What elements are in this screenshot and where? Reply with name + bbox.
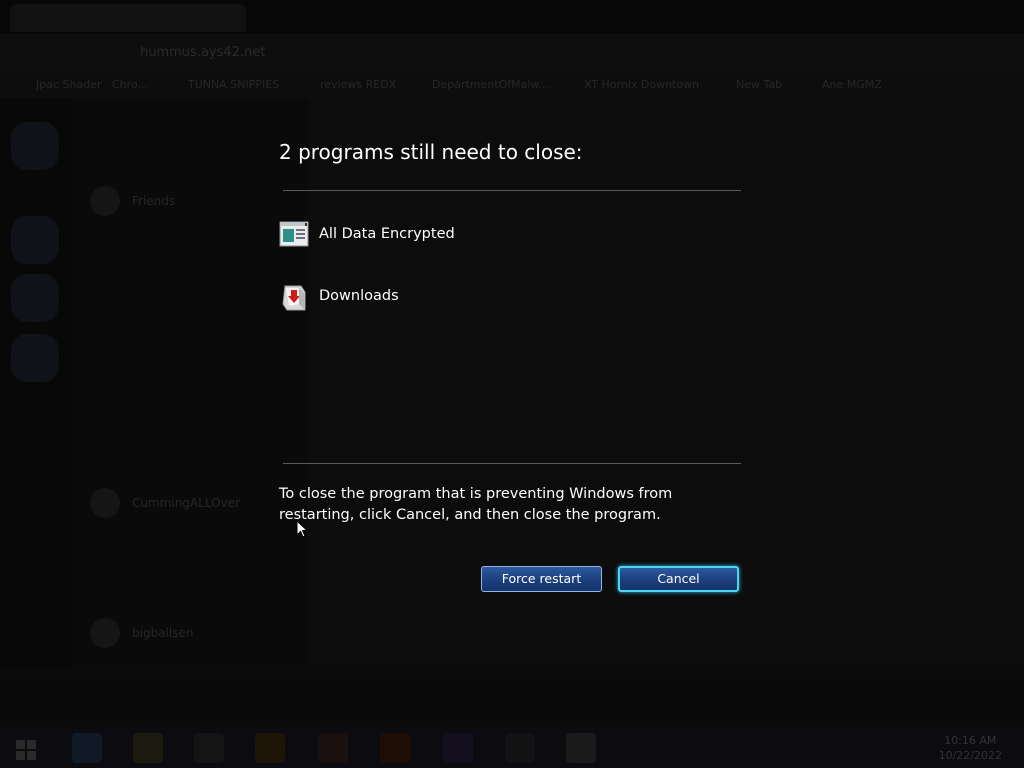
bookmark-item[interactable]: XT Hornix Downtown: [584, 78, 699, 91]
top-separator: [283, 190, 741, 191]
program-name: Downloads: [319, 288, 399, 304]
app-icon[interactable]: [443, 733, 473, 763]
program-name: All Data Encrypted: [319, 226, 455, 242]
browser-tab[interactable]: [10, 4, 246, 32]
direct-messages-list: [72, 98, 308, 668]
download-bar: [0, 680, 1024, 720]
bookmark-item[interactable]: reviews REDX: [320, 78, 396, 91]
dialog-title: 2 programs still need to close:: [279, 140, 583, 164]
home-server-icon[interactable]: [11, 122, 59, 170]
username: bigballsen: [132, 626, 194, 640]
friends-nav-item[interactable]: Friends: [90, 186, 290, 218]
app-icon[interactable]: [255, 733, 285, 763]
friends-icon: [90, 186, 120, 216]
bookmark-item[interactable]: Ane MGMZ: [822, 78, 882, 91]
address-url[interactable]: hummus.ays42.net: [140, 45, 265, 60]
file-explorer-icon[interactable]: [133, 733, 163, 763]
dm-list-item[interactable]: CummingALLOver: [90, 488, 290, 520]
bookmark-item[interactable]: DepartmentOfMalw...: [432, 78, 549, 91]
document-window-icon: [279, 220, 309, 248]
server-sidebar: [0, 98, 72, 668]
cancel-button[interactable]: Cancel: [618, 566, 739, 592]
mouse-cursor-icon: [296, 520, 308, 538]
app-icon[interactable]: [194, 733, 224, 763]
7zip-icon[interactable]: [566, 733, 596, 763]
ie-icon[interactable]: [72, 733, 102, 763]
friends-label: Friends: [132, 194, 176, 208]
bottom-separator: [283, 463, 741, 464]
force-restart-button[interactable]: Force restart: [481, 566, 602, 592]
app-icon[interactable]: [505, 733, 535, 763]
start-button[interactable]: [16, 740, 36, 760]
bookmark-item[interactable]: New Tab: [736, 78, 782, 91]
user-panel[interactable]: bigballsen: [90, 618, 290, 650]
firefox-icon[interactable]: [380, 733, 410, 763]
server-icon[interactable]: [11, 274, 59, 322]
system-clock[interactable]: 10:16 AM 10/22/2022: [939, 733, 1002, 763]
avatar: [90, 618, 120, 648]
dm-name: CummingALLOver: [132, 496, 240, 510]
avatar: [90, 488, 120, 518]
bookmark-item[interactable]: Jpac Shader: [36, 78, 101, 91]
chrome-icon[interactable]: [318, 733, 348, 763]
bookmark-item[interactable]: Chro...: [112, 78, 148, 91]
server-icon[interactable]: [11, 216, 59, 264]
server-icon[interactable]: [11, 334, 59, 382]
bookmark-item[interactable]: TUNNA SNIPPIES: [188, 78, 279, 91]
browser-tab-strip: [0, 0, 1024, 34]
clock-date: 10/22/2022: [938, 749, 1002, 762]
instruction-message: To close the program that is preventing …: [279, 486, 673, 523]
downloads-folder-icon: [279, 282, 309, 311]
clock-time: 10:16 AM: [944, 734, 997, 747]
